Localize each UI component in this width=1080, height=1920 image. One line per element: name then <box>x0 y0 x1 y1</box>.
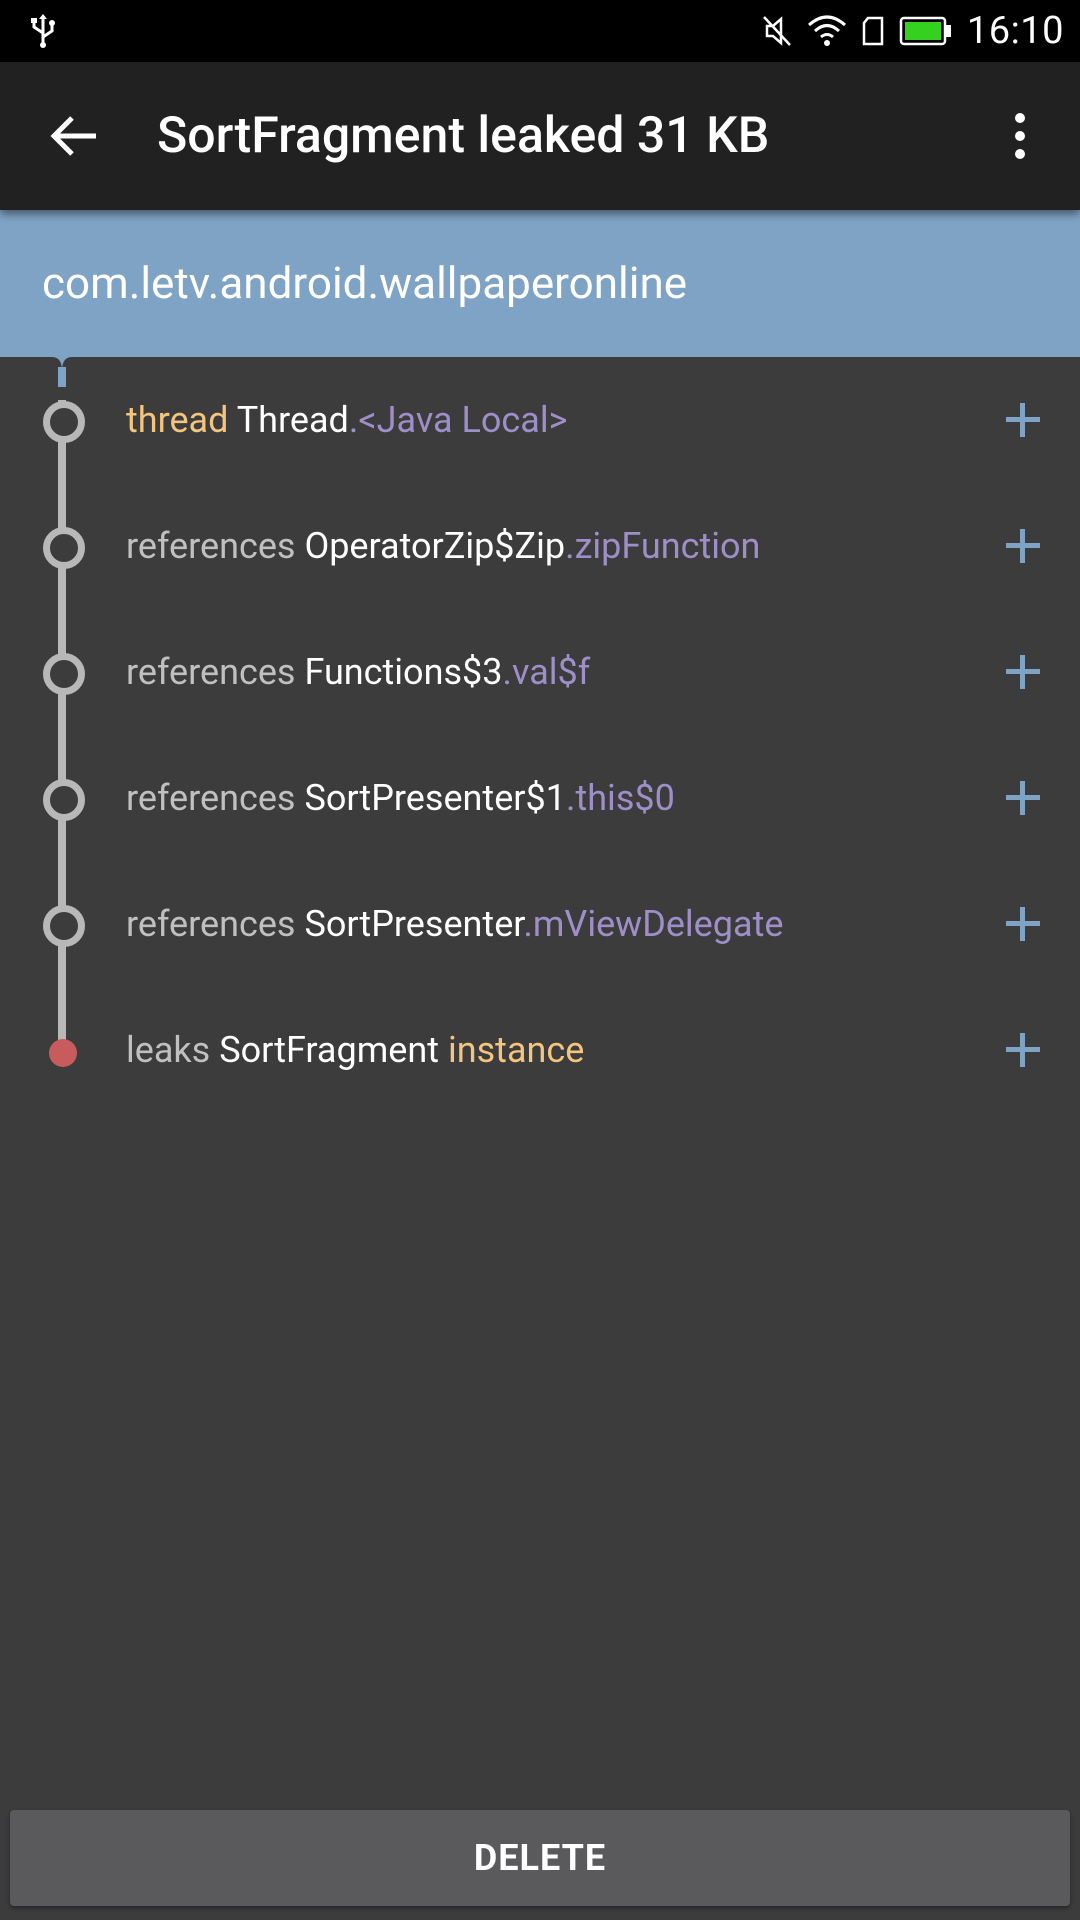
trace-field: zipFunction <box>574 525 761 567</box>
sim-icon <box>862 16 884 46</box>
trace-dot: . <box>502 651 513 693</box>
delete-button-label: DELETE <box>473 1837 607 1879</box>
trace-row[interactable]: references SortPresenter.mViewDelegate <box>0 861 1080 987</box>
expand-plus-icon[interactable] <box>1004 1031 1042 1069</box>
trace-node <box>43 527 85 569</box>
trace-node <box>43 653 85 695</box>
mute-icon <box>762 16 791 46</box>
arrow-back-icon[interactable] <box>44 106 104 166</box>
trace-class: Functions$3 <box>304 651 503 693</box>
expand-plus-icon[interactable] <box>1004 779 1042 817</box>
trace-row[interactable]: references OperatorZip$Zip.zipFunction <box>0 483 1080 609</box>
trace-dot: . <box>523 903 533 945</box>
trace-node <box>43 905 85 947</box>
status-bar: 16:10 <box>0 0 1080 62</box>
trace-node <box>43 401 85 443</box>
more-vert-icon[interactable] <box>988 104 1052 168</box>
trace-keyword: references <box>126 525 296 567</box>
trace-node <box>43 779 85 821</box>
trace-keyword: references <box>126 777 296 819</box>
expand-plus-icon[interactable] <box>1004 401 1042 439</box>
clock: 16:10 <box>966 9 1064 53</box>
package-header: com.letv.android.wallpaperonline <box>0 210 1080 357</box>
trace-class: SortPresenter <box>304 903 524 945</box>
expand-plus-icon[interactable] <box>1004 653 1042 691</box>
delete-button[interactable]: DELETE <box>10 1810 1070 1906</box>
trace-keyword: references <box>126 651 296 693</box>
wifi-icon <box>807 15 846 46</box>
trace-class: Thread <box>236 399 349 441</box>
trace-field: val$f <box>512 651 591 693</box>
trace-keyword: thread <box>126 399 229 441</box>
app-bar: SortFragment leaked 31 KB <box>0 62 1080 210</box>
battery-icon <box>899 16 951 46</box>
leak-node <box>49 1039 77 1067</box>
trace-row[interactable]: references SortPresenter$1.this$0 <box>0 735 1080 861</box>
trace-row[interactable]: thread Thread.<Java Local> <box>0 357 1080 483</box>
expand-plus-icon[interactable] <box>1004 527 1042 565</box>
trace-class: OperatorZip$Zip <box>304 525 566 567</box>
usb-icon <box>31 14 55 48</box>
trace-keyword: leaks <box>126 1029 211 1071</box>
trace-field: <Java Local> <box>358 399 568 441</box>
trace-field: this$0 <box>575 777 675 819</box>
page-title: SortFragment leaked 31 KB <box>157 107 770 165</box>
package-name: com.letv.android.wallpaperonline <box>42 257 688 309</box>
trace-dot: . <box>348 399 359 441</box>
trace-field: instance <box>447 1029 585 1071</box>
trace-field: mViewDelegate <box>532 903 784 945</box>
trace-row[interactable]: references Functions$3.val$f <box>0 609 1080 735</box>
trace-dot: . <box>565 525 575 567</box>
expand-plus-icon[interactable] <box>1004 905 1042 943</box>
trace-class: SortFragment <box>219 1029 440 1071</box>
trace-class: SortPresenter$1 <box>304 777 566 819</box>
trace-row-leak[interactable]: leaks SortFragment instance <box>0 987 1080 1113</box>
trace-keyword: references <box>126 903 296 945</box>
